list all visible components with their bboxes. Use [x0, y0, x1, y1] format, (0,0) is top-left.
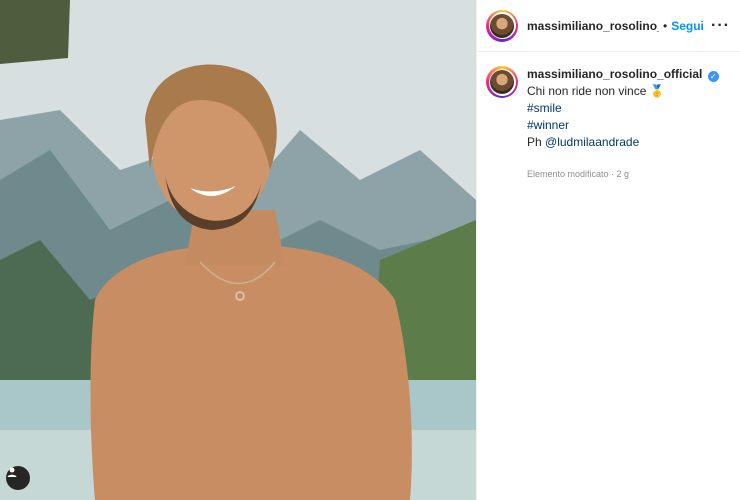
edited-timestamp: Elemento modificato · 2 g — [527, 169, 630, 179]
hashtag-smile[interactable]: #smile — [527, 100, 727, 117]
caption-body: Chi non ride non vince — [527, 84, 647, 98]
hashtag-winner[interactable]: #winner — [527, 117, 727, 134]
verified-badge-icon: ✓ — [707, 71, 719, 82]
credit-mention[interactable]: @ludmilaandrade — [545, 135, 639, 149]
more-options-icon[interactable]: ··· — [711, 17, 730, 35]
user-tag-button[interactable] — [6, 466, 30, 490]
post-header: massimiliano_rosolino_offi • Segui ··· — [477, 0, 740, 52]
medal-emoji: 🥇 — [649, 84, 665, 98]
photo-credit: Ph @ludmilaandrade — [527, 135, 639, 149]
post-side-panel: massimiliano_rosolino_offi • Segui ··· m… — [476, 0, 740, 500]
header-username[interactable]: massimiliano_rosolino_offi — [527, 19, 659, 33]
credit-prefix: Ph — [527, 135, 542, 149]
caption-username[interactable]: massimiliano_rosolino_official — [527, 67, 702, 81]
avatar[interactable] — [486, 9, 518, 42]
photo-illustration — [0, 0, 476, 500]
caption-avatar[interactable] — [486, 66, 518, 98]
post-photo[interactable] — [0, 0, 476, 500]
person-icon — [7, 467, 17, 477]
separator-dot: • — [663, 18, 668, 33]
caption-text: massimiliano_rosolino_official ✓ Chi non… — [527, 66, 727, 183]
caption: massimiliano_rosolino_official ✓ Chi non… — [477, 52, 740, 183]
follow-button[interactable]: Segui — [671, 19, 704, 33]
